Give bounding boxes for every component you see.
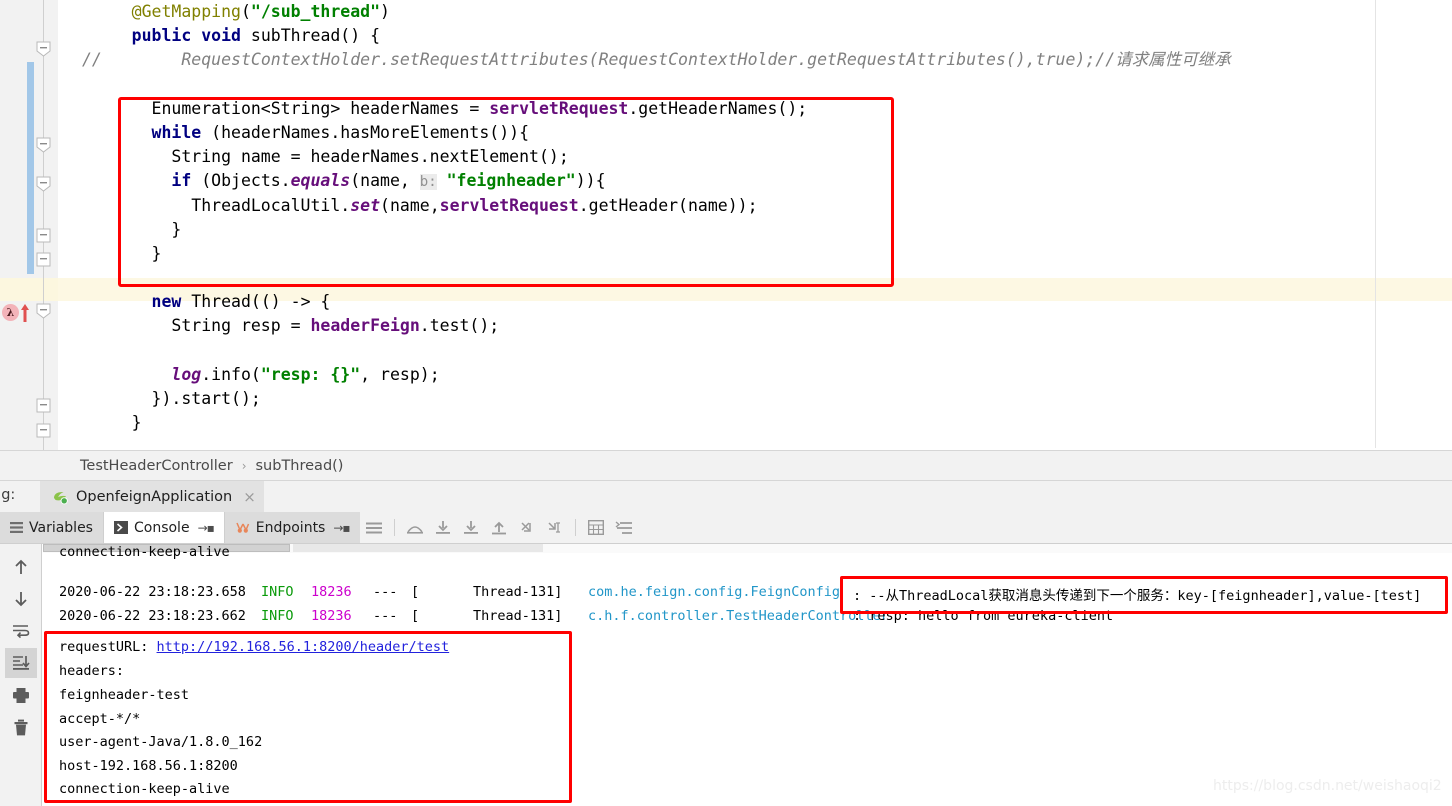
tab-variables[interactable]: Variables (0, 512, 103, 543)
pin-tab-icon[interactable]: →▪ (333, 521, 350, 535)
tab-variables-label: Variables (29, 519, 93, 536)
code-line[interactable]: if (Objects.equals(name, b: "feignheader… (58, 169, 1452, 193)
toolbar-divider (393, 519, 395, 536)
code-line[interactable]: @GetMapping("/sub_thread") (58, 0, 1452, 24)
toolbar-divider (574, 519, 576, 536)
tab-console[interactable]: Console →▪ (102, 512, 225, 543)
code-line[interactable]: log.info("resp: {}", resp); (58, 363, 1452, 387)
fold-marker-icon[interactable] (36, 303, 51, 319)
layout-settings-button[interactable] (360, 512, 388, 543)
up-icon[interactable] (5, 552, 37, 582)
scrollbar-track-segment[interactable] (293, 544, 543, 552)
step-over-button[interactable] (401, 512, 429, 543)
breadcrumb-method[interactable]: subThread() (256, 458, 344, 474)
editor-gutter[interactable]: λ (0, 0, 58, 450)
arrow-up-icon (19, 301, 31, 323)
ide-window: λ @GetMapping("/sub_thread") public void… (0, 0, 1452, 806)
force-step-into-button[interactable] (457, 512, 485, 543)
code-line[interactable]: String resp = headerFeign.test(); (58, 314, 1452, 338)
console-toolbar[interactable] (0, 544, 42, 806)
code-line[interactable]: String name = headerNames.nextElement(); (58, 145, 1452, 169)
console-log-field: INFO (261, 584, 294, 600)
vcs-change-marker[interactable] (27, 62, 34, 274)
code-line[interactable] (58, 266, 1452, 290)
run-configuration-tab[interactable]: OpenfeignApplication × (40, 481, 264, 513)
lambda-gutter-marker[interactable]: λ (2, 301, 36, 323)
console-partial-line: connection-keep-alive (59, 544, 230, 560)
console-icon (113, 521, 128, 534)
tab-endpoints-label: Endpoints (255, 519, 326, 536)
breadcrumb[interactable]: TestHeaderController › subThread() (0, 450, 1452, 480)
run-tab-label: OpenfeignApplication (76, 489, 233, 505)
code-line[interactable]: } (58, 411, 1452, 435)
code-line[interactable]: ThreadLocalUtil.set(name,servletRequest.… (58, 194, 1452, 218)
watermark: https://blog.csdn.net/weishaoqi2 (1213, 778, 1442, 794)
soft-wrap-icon[interactable] (5, 616, 37, 646)
console-log-field: [ (411, 584, 420, 600)
step-out-button[interactable] (485, 512, 513, 543)
fold-marker-icon[interactable] (36, 252, 51, 267)
code-line[interactable] (58, 339, 1452, 363)
fold-marker-icon[interactable] (36, 137, 51, 153)
endpoints-icon (235, 521, 250, 534)
chevron-right-icon: › (241, 458, 247, 473)
code-line[interactable]: while (headerNames.hasMoreElements()){ (58, 121, 1452, 145)
fold-marker-icon[interactable] (36, 41, 51, 57)
console-log-field: INFO (261, 608, 294, 624)
down-icon[interactable] (5, 584, 37, 614)
console-log-field: 18236 (311, 584, 352, 600)
run-to-cursor-button[interactable] (541, 512, 569, 543)
code-line[interactable]: // RequestContextHolder.setRequestAttrib… (58, 48, 1452, 72)
console-log-field: 18236 (311, 608, 352, 624)
print-icon[interactable] (5, 680, 37, 710)
code-line[interactable]: Enumeration<String> headerNames = servle… (58, 97, 1452, 121)
lambda-icon: λ (2, 304, 19, 321)
code-line[interactable]: } (58, 218, 1452, 242)
console-log-field: 2020-06-22 23:18:23.658 (59, 584, 246, 600)
debugger-tab-strip[interactable]: Variables Console →▪ Endpoints →▪ (0, 512, 1452, 544)
code-line[interactable]: public void subThread() { (58, 24, 1452, 48)
trash-icon[interactable] (5, 712, 37, 742)
console-log-field: [ (411, 608, 420, 624)
console-log-field: Thread-131] (473, 608, 563, 624)
right-margin-guide (1375, 0, 1376, 448)
code-text[interactable]: @GetMapping("/sub_thread") public void s… (58, 0, 1452, 450)
tab-endpoints[interactable]: Endpoints →▪ (224, 512, 360, 543)
console-log-field: com.he.feign.config.FeignConfig (588, 584, 840, 600)
code-editor[interactable]: λ @GetMapping("/sub_thread") public void… (0, 0, 1452, 450)
close-icon[interactable]: × (243, 488, 256, 506)
code-line[interactable] (58, 73, 1452, 97)
variables-icon (10, 521, 23, 534)
scroll-to-end-icon[interactable] (5, 648, 37, 678)
console-log-field: 2020-06-22 23:18:23.662 (59, 608, 246, 624)
code-line[interactable]: } (58, 242, 1452, 266)
step-into-button[interactable] (429, 512, 457, 543)
gutter-line-highlight (0, 278, 58, 301)
settings-button[interactable] (610, 512, 638, 543)
pin-tab-icon[interactable]: →▪ (198, 521, 215, 535)
drop-frame-button[interactable] (513, 512, 541, 543)
annotation-box-log-message (840, 576, 1448, 614)
debug-window-label: ug: (0, 487, 16, 503)
fold-marker-icon[interactable] (36, 176, 51, 192)
fold-marker-icon[interactable] (36, 398, 51, 413)
breadcrumb-class[interactable]: TestHeaderController (80, 458, 233, 474)
code-line[interactable]: }).start(); (58, 387, 1452, 411)
console-horizontal-scrollbar[interactable] (43, 544, 1452, 553)
tab-console-label: Console (133, 519, 190, 536)
console-log-field: --- (373, 584, 398, 600)
console-log-field: Thread-131] (473, 584, 563, 600)
fold-marker-icon[interactable] (36, 423, 51, 438)
evaluate-expression-button[interactable] (582, 512, 610, 543)
gutter-divider (43, 0, 44, 450)
annotation-box-request (44, 631, 572, 803)
fold-marker-icon[interactable] (36, 228, 51, 243)
debug-tool-window-header: ug: OpenfeignApplication × (0, 480, 1452, 513)
spring-boot-app-icon (52, 489, 69, 506)
code-line[interactable]: new Thread(() -> { (58, 290, 1452, 314)
console-log-field: --- (373, 608, 398, 624)
